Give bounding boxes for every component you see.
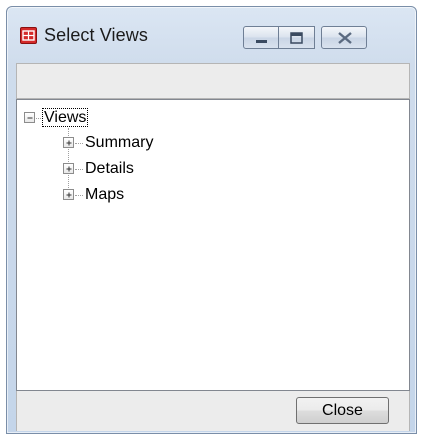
window-close-button[interactable] <box>321 26 367 49</box>
select-views-window: Select Views Views Summary Details Maps … <box>6 6 417 434</box>
window-title: Select Views <box>44 25 148 45</box>
plus-icon <box>66 140 72 146</box>
top-panel <box>16 63 410 99</box>
plus-icon <box>66 166 72 172</box>
tree-node-label: Views <box>41 108 89 127</box>
tree-connector <box>75 143 83 144</box>
title-bar[interactable]: Select Views <box>7 7 416 53</box>
tree-node-summary[interactable]: Summary <box>85 133 153 153</box>
close-icon <box>338 32 352 44</box>
minimize-button[interactable] <box>243 26 279 49</box>
expand-details-toggle[interactable] <box>63 163 74 174</box>
close-button[interactable]: Close <box>296 397 389 424</box>
minus-icon <box>27 117 33 119</box>
footer-panel: Close <box>16 391 410 431</box>
maximize-button[interactable] <box>279 26 315 49</box>
tree-node-label: Details <box>85 160 134 177</box>
tree-node-details[interactable]: Details <box>85 159 134 179</box>
app-views-icon <box>20 27 37 44</box>
tree-node-label: Summary <box>85 134 154 151</box>
tree-connector <box>36 118 43 119</box>
collapse-views-toggle[interactable] <box>24 112 35 123</box>
tree-root-views[interactable]: Views <box>41 108 89 128</box>
maximize-icon <box>290 32 303 44</box>
expand-maps-toggle[interactable] <box>63 189 74 200</box>
tree-connector <box>75 195 83 196</box>
tree-node-label: Maps <box>85 186 125 203</box>
minimize-icon <box>256 40 267 43</box>
plus-icon <box>66 192 72 198</box>
tree-connector <box>75 169 83 170</box>
expand-summary-toggle[interactable] <box>63 137 74 148</box>
views-tree[interactable]: Views Summary Details Maps <box>16 99 410 391</box>
tree-node-maps[interactable]: Maps <box>85 185 124 205</box>
